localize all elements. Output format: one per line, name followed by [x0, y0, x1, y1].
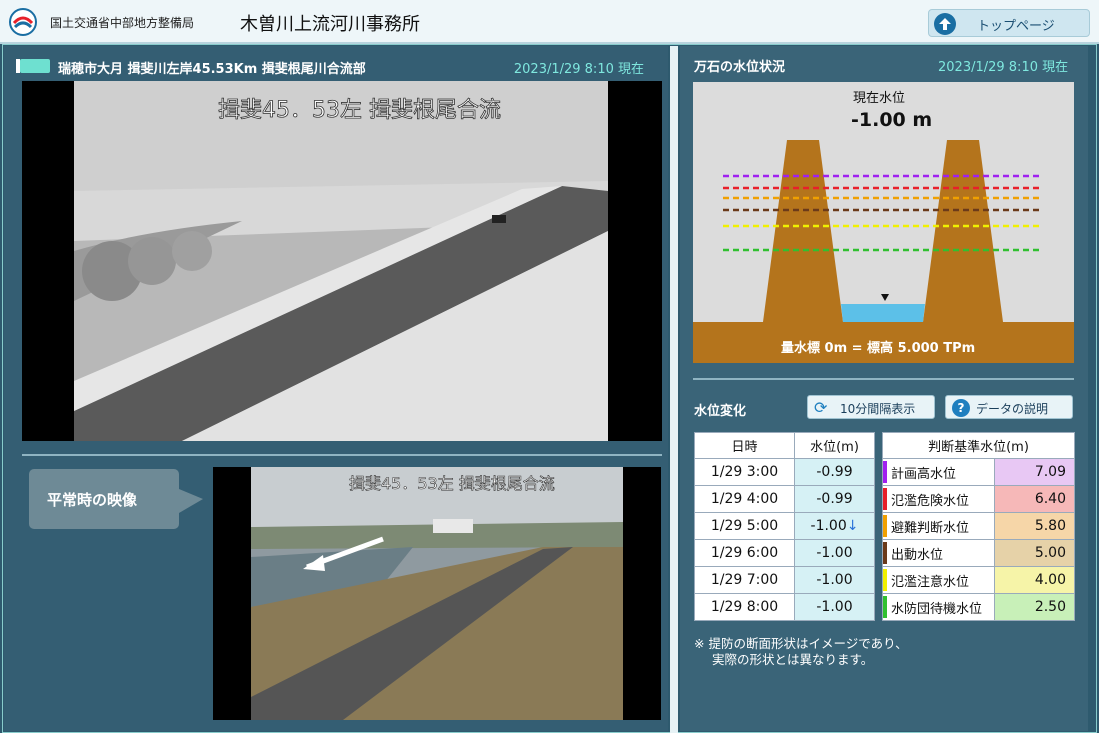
- criteria-name: 計画高水位: [891, 466, 957, 482]
- camera-header: 瑞穂市大月 揖斐川左岸45.53Km 揖斐根尾川合流部 2023/1/29 8:…: [16, 56, 664, 77]
- criteria-color-bar: [883, 515, 887, 537]
- current-level-value: -1.00 m: [851, 109, 932, 131]
- trend-down-icon: ↓: [846, 518, 859, 534]
- criteria-value: 4.00: [994, 566, 1075, 594]
- criteria-name: 出動水位: [891, 547, 944, 563]
- criteria-row: 氾濫危険水位 6.40: [882, 485, 1075, 513]
- criteria-value: 5.00: [994, 539, 1075, 567]
- level-change-title: 水位変化: [694, 404, 747, 419]
- levee-diagram: 現在水位 -1.00 m 量水標 0m = 標高 5.000 TPm: [693, 82, 1074, 363]
- help-icon: ?: [952, 399, 970, 417]
- criteria-name-cell: 氾濫危険水位: [882, 485, 995, 513]
- criteria-value: 6.40: [994, 485, 1075, 513]
- normal-camera-image: 揖斐45．53左 揖斐根尾合流: [213, 467, 661, 720]
- criteria-header: 判断基準水位(m): [882, 432, 1075, 459]
- history-level-value: -1.00: [816, 599, 853, 615]
- criteria-name: 氾濫危険水位: [891, 493, 970, 509]
- criteria-row: 計画高水位 7.09: [882, 458, 1075, 486]
- history-row: 1/29 3:00 -0.99: [694, 458, 875, 486]
- level-history-table: 日時 水位(m) 1/29 3:00 -0.99 1/29 4:00 -0.99 1/2…: [694, 432, 875, 621]
- water-status-title: 万石の水位状況: [694, 60, 786, 75]
- office-title: 木曽川上流河川事務所: [240, 14, 420, 35]
- arrow-up-icon: [934, 13, 956, 35]
- criteria-value: 7.09: [994, 458, 1075, 486]
- history-time: 1/29 7:00: [694, 566, 795, 594]
- history-level: -1.00: [794, 539, 875, 567]
- history-row: 1/29 6:00 -1.00: [694, 539, 875, 567]
- interval-10min-button[interactable]: ⟳ 10分間隔表示: [807, 395, 935, 419]
- col-time-header: 日時: [694, 432, 795, 459]
- criteria-name-cell: 水防団待機水位: [882, 593, 995, 621]
- criteria-name-cell: 避難判断水位: [882, 512, 995, 540]
- header: 国土交通省中部地方整備局 木曽川上流河川事務所 トップページ: [0, 0, 1099, 44]
- history-level-value: -0.99: [816, 464, 853, 480]
- history-row: 1/29 4:00 -0.99: [694, 485, 875, 513]
- criteria-row: 避難判断水位 5.80: [882, 512, 1075, 540]
- normal-image-label-text: 平常時の映像: [47, 491, 138, 509]
- live-camera-image: 揖斐45．53左 揖斐根尾合流: [22, 81, 662, 441]
- history-row: 1/29 7:00 -1.00: [694, 566, 875, 594]
- history-level: -0.99: [794, 485, 875, 513]
- criteria-table: 判断基準水位(m) 計画高水位 7.09 氾濫危険水位 6.40 避難判断水位 5.80 出…: [882, 432, 1075, 621]
- criteria-name: 氾濫注意水位: [891, 574, 970, 590]
- divider-left: [22, 454, 662, 456]
- gauge-note: 量水標 0m = 標高 5.000 TPm: [781, 340, 975, 356]
- note-line-1: ※ 提防の断面形状はイメージであり、: [694, 636, 908, 651]
- history-level: -0.99: [794, 458, 875, 486]
- data-explain-button[interactable]: ? データの説明: [945, 395, 1073, 419]
- history-time: 1/29 5:00: [694, 512, 795, 540]
- camera-title: 瑞穂市大月 揖斐川左岸45.53Km 揖斐根尾川合流部: [58, 62, 366, 77]
- top-page-button[interactable]: トップページ: [928, 9, 1090, 37]
- org-name: 国土交通省中部地方整備局: [50, 16, 195, 30]
- interval-10min-label: 10分間隔表示: [840, 402, 916, 416]
- criteria-name-cell: 出動水位: [882, 539, 995, 567]
- history-level-value: -0.99: [816, 491, 853, 507]
- criteria-row: 水防団待機水位 2.50: [882, 593, 1075, 621]
- note-line-2: 実際の形状とは異なります。: [712, 652, 874, 667]
- camera-icon: [16, 59, 50, 73]
- criteria-row: 氾濫注意水位 4.00: [882, 566, 1075, 594]
- history-level: -1.00: [794, 566, 875, 594]
- divider-right: [693, 378, 1074, 380]
- col-level-header: 水位(m): [794, 432, 875, 459]
- current-level-label: 現在水位: [853, 91, 905, 106]
- levee-note: ※ 提防の断面形状はイメージであり、 実際の形状とは異なります。: [694, 636, 908, 668]
- history-time: 1/29 3:00: [694, 458, 795, 486]
- history-time: 1/29 4:00: [694, 485, 795, 513]
- history-level-value: -1.00: [816, 572, 853, 588]
- camera-timestamp: 2023/1/29 8:10 現在: [513, 62, 644, 77]
- water-status-timestamp: 2023/1/29 8:10 現在: [938, 60, 1069, 75]
- mlit-logo-icon: [9, 8, 37, 36]
- camera-overlay-text: 揖斐45．53左 揖斐根尾合流: [218, 98, 501, 123]
- data-explain-label: データの説明: [976, 402, 1049, 416]
- history-level: -1.00↓: [794, 512, 875, 540]
- criteria-value: 5.80: [994, 512, 1075, 540]
- criteria-color-bar: [883, 596, 887, 618]
- top-page-label: トップページ: [977, 19, 1055, 34]
- history-time: 1/29 6:00: [694, 539, 795, 567]
- criteria-name: 水防団待機水位: [891, 601, 983, 617]
- history-time: 1/29 8:00: [694, 593, 795, 621]
- criteria-color-bar: [883, 569, 887, 591]
- criteria-color-bar: [883, 461, 887, 483]
- criteria-name-cell: 氾濫注意水位: [882, 566, 995, 594]
- column-divider: [670, 46, 678, 733]
- criteria-color-bar: [883, 542, 887, 564]
- criteria-value: 2.50: [994, 593, 1075, 621]
- normal-overlay-text: 揖斐45．53左 揖斐根尾合流: [349, 474, 555, 493]
- history-row: 1/29 5:00 -1.00↓: [694, 512, 875, 540]
- criteria-color-bar: [883, 488, 887, 510]
- refresh-icon: ⟳: [814, 398, 828, 417]
- history-level-value: -1.00: [810, 518, 847, 534]
- history-row: 1/29 8:00 -1.00: [694, 593, 875, 621]
- history-level: -1.00: [794, 593, 875, 621]
- criteria-name-cell: 計画高水位: [882, 458, 995, 486]
- criteria-row: 出動水位 5.00: [882, 539, 1075, 567]
- criteria-name: 避難判断水位: [891, 520, 970, 536]
- history-level-value: -1.00: [816, 545, 853, 561]
- normal-image-label: 平常時の映像: [29, 469, 203, 529]
